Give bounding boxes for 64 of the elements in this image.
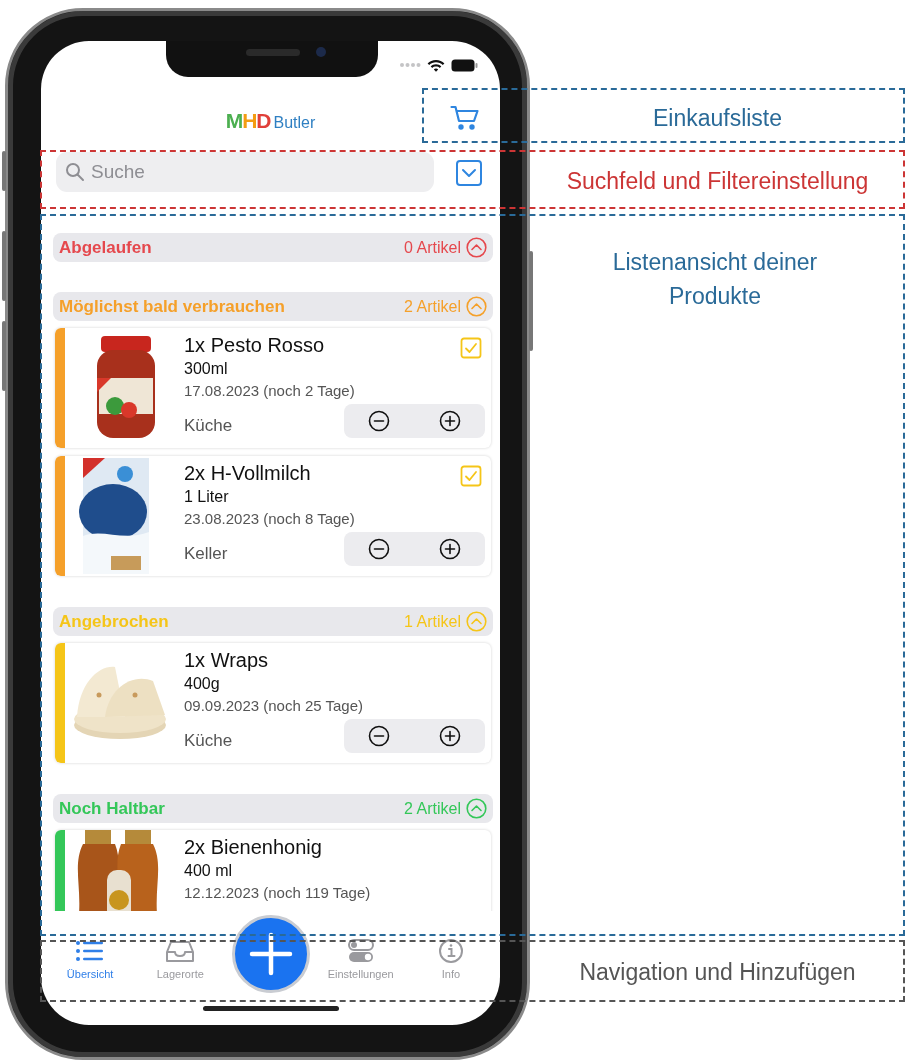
wifi-icon <box>427 58 445 72</box>
signal-icon <box>399 62 421 68</box>
storage-location: Keller <box>184 543 228 565</box>
callout-label: Listenansicht deiner Produkte <box>611 248 819 311</box>
battery-icon <box>451 58 478 72</box>
product-name: 2x Bienenhonig <box>184 835 322 860</box>
toggle-icon <box>345 939 376 963</box>
item-count: 2 Artikel <box>404 297 461 316</box>
tab[interactable]: Übersicht <box>45 939 136 985</box>
tab[interactable]: Einstellungen <box>315 939 406 985</box>
product-name: 2x H-Vollmilch <box>184 461 311 486</box>
section-header[interactable]: Möglichst bald verbrauchen 2 Artikel <box>53 292 493 321</box>
plus-icon[interactable] <box>438 410 461 432</box>
expiry-date: 12.12.2023 (noch 119 Tage) <box>184 883 372 903</box>
section-header[interactable]: Noch Haltbar 2 Artikel <box>53 794 493 823</box>
section-title: Angebrochen <box>59 611 170 632</box>
filter-button[interactable] <box>456 160 482 186</box>
logo-text: Butler <box>273 113 316 132</box>
section-title: Möglichst bald verbrauchen <box>59 296 286 317</box>
product-card[interactable]: 1x Wraps 400g 09.09.2023 (noch 25 Tage) Küche <box>55 643 491 763</box>
plus-icon[interactable] <box>438 725 461 747</box>
section-header[interactable]: Abgelaufen 0 Artikel <box>53 233 493 262</box>
tab[interactable]: Info <box>405 939 496 985</box>
plus-icon <box>249 932 293 976</box>
minus-icon[interactable] <box>368 410 391 432</box>
callout-label: Suchfeld und Filtereinstellung <box>565 167 870 196</box>
camera-dot <box>316 47 326 57</box>
plus-icon[interactable] <box>438 538 461 560</box>
callout-label: Navigation und Hinzufügen <box>578 958 857 987</box>
section-title: Abgelaufen <box>59 237 153 258</box>
tray-icon <box>165 939 196 963</box>
item-count: 2 Artikel <box>404 799 461 818</box>
product-size: 300ml <box>184 359 229 379</box>
quantity-stepper[interactable] <box>344 532 485 566</box>
quantity-stepper[interactable] <box>344 719 485 753</box>
product-size: 400g <box>184 674 221 694</box>
chevron-down-icon <box>461 168 477 178</box>
expiry-date: 09.09.2023 (noch 25 Tage) <box>184 696 365 716</box>
product-size: 1 Liter <box>184 487 230 507</box>
product-name: 1x Wraps <box>184 648 269 673</box>
callout-label: Einkaufsliste <box>651 104 784 133</box>
speaker-grille <box>246 49 300 56</box>
storage-location: Küche <box>184 730 233 752</box>
list-icon <box>75 939 106 963</box>
minus-icon[interactable] <box>368 538 391 560</box>
search-field[interactable]: Suche <box>56 152 434 192</box>
logo-mark: MHD <box>225 108 271 133</box>
expiry-date: 23.08.2023 (noch 8 Tage) <box>184 509 356 529</box>
product-card[interactable]: 2x H-Vollmilch 1 Liter 23.08.2023 (noch 8 Tage) Keller <box>55 456 491 576</box>
quantity-stepper[interactable] <box>344 404 485 438</box>
product-card[interactable]: 1x Pesto Rosso 300ml 17.08.2023 (noch 2 Tage) Küche <box>55 328 491 448</box>
product-card[interactable]: 2x Bienenhonig 400 ml 12.12.2023 (noch 119 Tage) <box>55 830 491 911</box>
storage-location: Küche <box>184 415 233 437</box>
product-size: 400 ml <box>184 861 234 881</box>
item-count: 1 Artikel <box>404 612 461 631</box>
minus-icon[interactable] <box>368 725 391 747</box>
checkbox[interactable] <box>460 337 482 359</box>
tab[interactable]: Lagerorte <box>135 939 226 985</box>
checkbox[interactable] <box>460 465 482 487</box>
cart-icon[interactable] <box>450 105 480 131</box>
item-count: 0 Artikel <box>404 238 461 257</box>
expiry-date: 17.08.2023 (noch 2 Tage) <box>184 381 356 401</box>
section-title: Noch Haltbar <box>59 798 166 819</box>
product-name: 1x Pesto Rosso <box>184 333 325 358</box>
